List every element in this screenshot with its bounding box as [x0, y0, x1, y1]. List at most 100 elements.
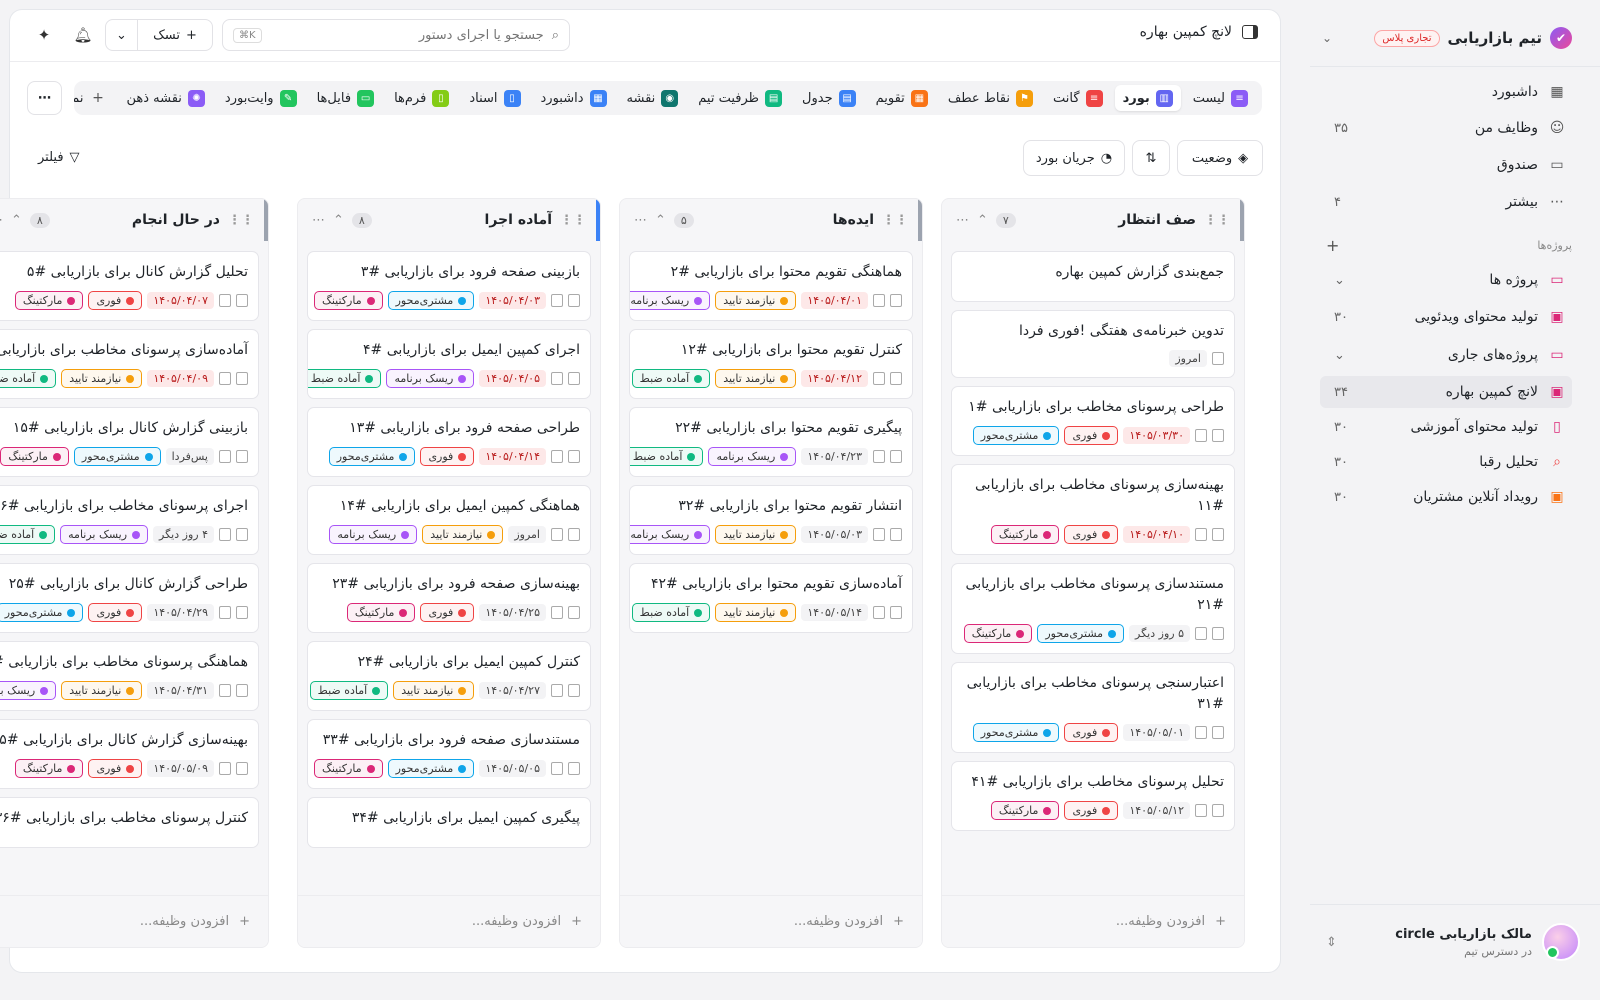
more-views-button[interactable]: ⋯ — [27, 81, 62, 115]
task-card[interactable]: انتشار تقویم محتوا برای بازاریابی #۳۲ ۱۴۰… — [629, 485, 913, 555]
task-card[interactable]: بازبینی گزارش کانال برای بازاریابی #۱۵ پس… — [0, 407, 259, 477]
add-project-icon[interactable]: + — [1320, 236, 1339, 255]
sidebar-project-item[interactable]: ▭ پروژه ها ⌄ — [1320, 264, 1572, 296]
task-card[interactable]: اجرای کمپین ایمیل برای بازاریابی #۴ ۱۴۰۵/… — [307, 329, 591, 399]
task-card[interactable]: تدوین خبرنامه‌ی هفتگی !فوری فردا امروز — [951, 310, 1235, 378]
tab-view[interactable]: ≡ لیست — [1185, 85, 1256, 111]
search-input[interactable] — [269, 27, 544, 43]
task-card[interactable]: طراحی پرسونای مخاطب برای بازاریابی #۱ ۱۴۰… — [951, 386, 1235, 456]
more-icon[interactable]: ⋯ — [0, 213, 3, 228]
chevron-up-down-icon[interactable]: ⇕ — [1320, 935, 1337, 950]
collapse-icon[interactable]: ⌃ — [333, 213, 344, 228]
task-card[interactable]: جمع‌بندی گزارش کمپین بهاره — [951, 251, 1235, 302]
sidebar-project-item[interactable]: ▯ تولید محتوای آموزشی ۳۰ — [1320, 411, 1572, 443]
tab-view[interactable]: ⚑ نقاط عطف — [940, 85, 1041, 111]
add-task-button[interactable]: + افزودن وظیفه... — [0, 895, 268, 947]
task-card[interactable]: بهینه‌سازی صفحه فرود برای بازاریابی #۲۳ ۱… — [307, 563, 591, 633]
tab-view[interactable]: ▯ فرم‌ها — [386, 85, 457, 111]
task-card[interactable]: هماهنگی کمپین ایمیل برای بازاریابی #۱۴ ام… — [307, 485, 591, 555]
sidebar-project-item[interactable]: ▣ تولید محتوای ویدئویی ۳۰ — [1320, 301, 1572, 333]
chevron-down-icon[interactable]: ⌄ — [1326, 348, 1345, 363]
sparkle-icon[interactable]: ✦ — [33, 24, 55, 46]
task-card[interactable]: مستندسازی پرسونای مخاطب برای بازاریابی #… — [951, 563, 1235, 654]
sidebar-project-item[interactable]: ▭ پروژه‌های جاری ⌄ — [1320, 339, 1572, 371]
task-title: بهینه‌سازی گزارش کانال برای بازاریابی #۳… — [0, 732, 248, 748]
task-card[interactable]: مستندسازی صفحه فرود برای بازاریابی #۳۳ ۱۴… — [307, 719, 591, 789]
tab-view[interactable]: + نما — [74, 85, 114, 111]
status-group-button[interactable]: ◈ وضعیت — [1177, 140, 1263, 176]
search-bar[interactable]: ⌕ ⌘K — [222, 19, 570, 51]
task-card[interactable]: تحلیل پرسونای مخاطب برای بازاریابی #۴۱ ۱۴… — [951, 761, 1235, 831]
tab-view[interactable]: ▦ داشبورد — [533, 85, 615, 111]
task-card[interactable]: پیگیری کمپین ایمیل برای بازاریابی #۳۴ — [307, 797, 591, 848]
collapse-icon[interactable]: ⌃ — [11, 213, 22, 228]
tab-view[interactable]: ▥ بورد — [1114, 85, 1181, 111]
task-card[interactable]: تحلیل گزارش کانال برای بازاریابی #۵ ۱۴۰۵/… — [0, 251, 259, 321]
task-card[interactable]: طراحی گزارش کانال برای بازاریابی #۲۵ ۱۴۰۵… — [0, 563, 259, 633]
drag-handle-icon[interactable]: ⋮⋮ — [228, 213, 254, 228]
tab-view[interactable]: ▦ تقویم — [868, 85, 936, 111]
more-icon[interactable]: ⋯ — [312, 213, 325, 228]
sidebar-item-user[interactable]: ☺ وظایف من ۳۵ — [1320, 112, 1572, 144]
tab-view[interactable]: ▤ جدول — [794, 85, 864, 111]
drag-handle-icon[interactable]: ⋮⋮ — [560, 213, 586, 228]
sidebar-project-item[interactable]: ▣ لانچ کمپین بهاره ۳۴ — [1320, 376, 1572, 408]
bell-icon[interactable]: 🔔︎ — [72, 24, 94, 46]
chevron-down-icon[interactable]: ⌄ — [1322, 31, 1332, 45]
task-card[interactable]: اعتبارسنجی پرسونای مخاطب برای بازاریابی … — [951, 662, 1235, 753]
document-icon — [890, 450, 902, 463]
filter-button[interactable]: ▽ فیلتر — [38, 150, 80, 165]
collapse-icon[interactable]: ⌃ — [655, 213, 666, 228]
chevron-down-icon[interactable]: ⌄ — [1326, 273, 1345, 288]
task-card[interactable]: بهینه‌سازی گزارش کانال برای بازاریابی #۳… — [0, 719, 259, 789]
sidebar-item-label: تحلیل رقبا — [1479, 454, 1538, 470]
tag-label: مارکتینگ — [322, 294, 362, 307]
book-icon: ▯ — [1553, 419, 1561, 435]
sort-button[interactable]: ⇅ — [1132, 140, 1170, 176]
add-task-button[interactable]: + افزودن وظیفه... — [298, 895, 600, 947]
new-task-button[interactable]: ⌄ تسک + — [105, 19, 213, 51]
sidebar-toggle-icon[interactable] — [1242, 25, 1258, 39]
task-card[interactable]: آماده‌سازی تقویم محتوا برای بازاریابی #۴… — [629, 563, 913, 633]
team-switcher[interactable]: ✔ تیم بازاریابی تجاری پلاس ⌄ — [1322, 22, 1572, 54]
collapse-icon[interactable]: ⌃ — [977, 213, 988, 228]
board-flow-button[interactable]: ◔ جریان بورد — [1023, 140, 1125, 176]
task-card[interactable]: آماده‌سازی پرسونای مخاطب برای بازاریابی … — [0, 329, 259, 399]
tag-badge: مارکتینگ — [314, 291, 383, 310]
tab-view[interactable]: ▯ اسناد — [461, 85, 528, 111]
new-task-label[interactable]: تسک + — [138, 20, 212, 50]
add-task-button[interactable]: + افزودن وظیفه... — [942, 895, 1244, 947]
task-card[interactable]: کنترل پرسونای مخاطب برای بازاریابی #۳۶ — [0, 797, 259, 848]
task-card[interactable]: اجرای پرسونای مخاطب برای بازاریابی #۱۶ ۴ … — [0, 485, 259, 555]
more-icon[interactable]: ⋯ — [956, 213, 969, 228]
task-card[interactable]: هماهنگی پرسونای مخاطب برای بازاریابی #۲۶… — [0, 641, 259, 711]
add-task-button[interactable]: + افزودن وظیفه... — [620, 895, 922, 947]
task-card[interactable]: هماهنگی تقویم محتوا برای بازاریابی #۲ ۱۴۰… — [629, 251, 913, 321]
task-card[interactable]: پیگیری تقویم محتوا برای بازاریابی #۲۲ ۱۴۰… — [629, 407, 913, 477]
drag-handle-icon[interactable]: ⋮⋮ — [1204, 213, 1230, 228]
sidebar-item-more[interactable]: ⋯ بیشتر ۴ — [1320, 186, 1572, 218]
tab-label: نقشه — [626, 90, 656, 106]
task-card[interactable]: بهینه‌سازی پرسونای مخاطب برای بازاریابی … — [951, 464, 1235, 555]
more-icon[interactable]: ⋯ — [634, 213, 647, 228]
tab-view[interactable]: ✎ وایت‌بورد — [217, 85, 305, 111]
tab-view[interactable]: ≡ گانت — [1045, 85, 1111, 111]
tab-view[interactable]: ▤ ظرفیت تیم — [690, 85, 790, 111]
sidebar-item-grid[interactable]: ▦ داشبورد — [1320, 76, 1572, 108]
sidebar-item-inbox[interactable]: ▭ صندوق — [1320, 149, 1572, 181]
task-card[interactable]: کنترل تقویم محتوا برای بازاریابی #۱۲ ۱۴۰۵… — [629, 329, 913, 399]
sidebar-project-item[interactable]: ▣ رویداد آنلاین مشتریان ۳۰ — [1320, 481, 1572, 513]
tag-dot-icon — [1102, 530, 1111, 539]
tag-dot-icon — [458, 686, 467, 695]
drag-handle-icon[interactable]: ⋮⋮ — [882, 213, 908, 228]
tab-view[interactable]: ▭ فایل‌ها — [309, 85, 382, 111]
tab-view[interactable]: ◉ نقشه — [619, 85, 687, 111]
tab-view[interactable]: ✺ نقشه ذهن — [118, 85, 212, 111]
sidebar-project-item[interactable]: ⌕ تحلیل رقبا ۳۰ — [1320, 446, 1572, 478]
sidebar-item-count: ۳۵ — [1334, 120, 1348, 136]
user-profile[interactable]: مالک بازاریابی circle در دسترس تیم ⇕ — [1320, 920, 1580, 964]
task-card[interactable]: کنترل کمپین ایمیل برای بازاریابی #۲۴ ۱۴۰۵… — [307, 641, 591, 711]
chevron-down-icon[interactable]: ⌄ — [106, 20, 138, 50]
task-card[interactable]: بازبینی صفحه فرود برای بازاریابی #۳ ۱۴۰۵/… — [307, 251, 591, 321]
task-card[interactable]: طراحی صفحه فرود برای بازاریابی #۱۳ ۱۴۰۵/۰… — [307, 407, 591, 477]
